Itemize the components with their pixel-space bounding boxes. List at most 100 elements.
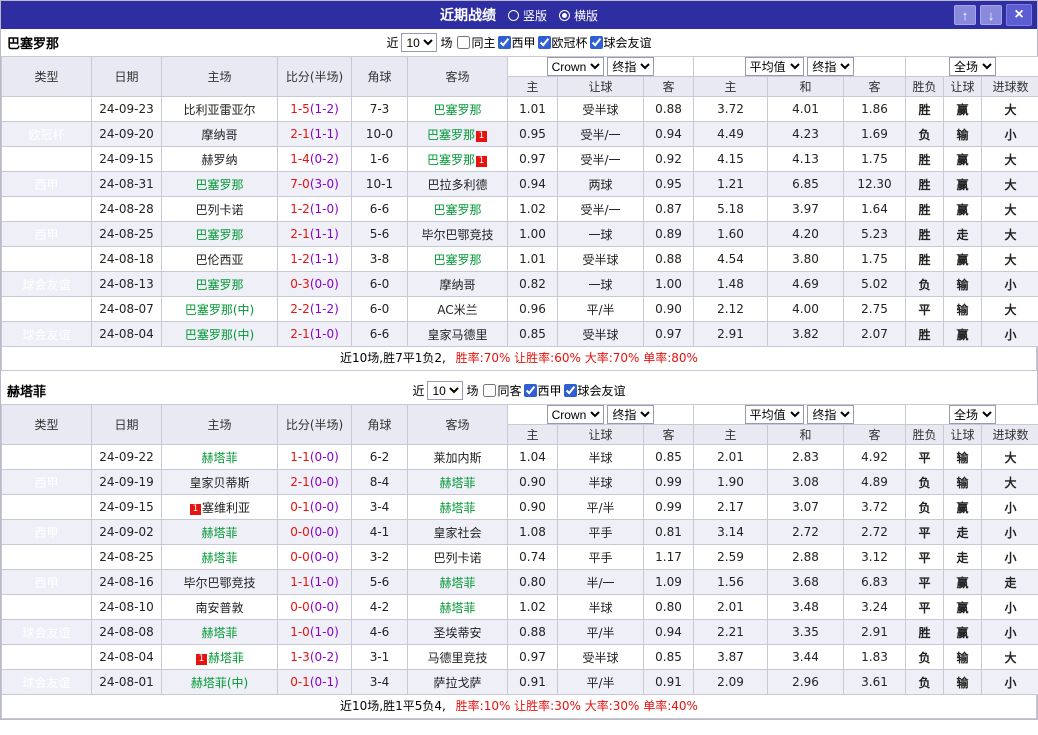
goals-result-cell: 大	[981, 444, 1038, 470]
handicap-cell: 平手	[557, 544, 644, 570]
scope-select[interactable]: 全场	[949, 405, 997, 424]
red-card-badge: 1	[476, 130, 487, 142]
filter-checkbox-球会友谊[interactable]: 球会友谊	[563, 382, 626, 399]
bookmaker-select[interactable]: Crown	[546, 405, 604, 424]
match-count-select[interactable]: 10	[427, 381, 464, 400]
close-button[interactable]: ×	[1006, 4, 1032, 26]
sub-header-avg-draw: 和	[767, 76, 844, 97]
away-team-cell: 巴塞罗那 1	[407, 121, 508, 147]
games-label: 场	[466, 384, 479, 398]
bookmaker-time-select[interactable]: 终指	[607, 57, 655, 76]
match-date: 24-08-31	[91, 171, 162, 197]
home-odds-cell: 0.91	[507, 669, 558, 695]
down-arrow-icon: ↓	[987, 7, 995, 23]
col-header-type: 类型	[1, 56, 92, 97]
competition-type-badge: 西甲	[1, 246, 92, 272]
filter-checkbox-同主[interactable]: 同主	[457, 34, 496, 51]
home-team-cell: 赫塔菲	[161, 544, 278, 570]
home-team-cell: 赫塔菲	[161, 519, 278, 545]
filter-checkbox-球会友谊[interactable]: 球会友谊	[589, 34, 652, 51]
filter-checkbox-西甲[interactable]: 西甲	[523, 382, 562, 399]
score-cell: 0-3(0-0)	[277, 271, 352, 297]
corner-cell: 3-2	[351, 544, 408, 570]
handicap-cell: 两球	[557, 171, 644, 197]
competition-type-badge: 西甲	[1, 569, 92, 595]
away-odds-cell: 0.85	[643, 644, 694, 670]
checkbox-label: 同主	[471, 35, 496, 50]
away-team-cell: 马德里竞技	[407, 644, 508, 670]
avg-away-cell: 3.12	[842, 544, 907, 570]
away-odds-cell: 0.80	[643, 594, 694, 620]
competition-type-badge: 球会友谊	[1, 271, 92, 297]
away-odds-cell: 0.91	[643, 669, 694, 695]
competition-type-badge: 西甲	[1, 494, 92, 520]
home-team-cell: 巴塞罗那(中)	[161, 296, 278, 322]
away-team-cell: 皇家马德里	[407, 321, 508, 347]
fulltime-score: 2-1	[290, 127, 310, 141]
scope-select[interactable]: 全场	[949, 57, 997, 76]
checkbox-input[interactable]	[497, 35, 511, 49]
average-time-select[interactable]: 终指	[807, 405, 855, 424]
sub-header-avg-home: 主	[693, 424, 768, 445]
layout-radio-vertical[interactable]: 竖版	[507, 7, 547, 24]
corner-cell: 6-2	[351, 444, 408, 470]
checkbox-input[interactable]	[589, 35, 603, 49]
away-team-cell: 毕尔巴鄂竞技	[407, 221, 508, 247]
match-row: 西甲 24-08-25 巴塞罗那 2-1(1-1) 5-6 毕尔巴鄂竞技 1.00 一球 0.8…	[1, 221, 1038, 247]
team-name-text: 赫塔菲	[201, 525, 238, 540]
score-cell: 0-0(0-0)	[277, 544, 352, 570]
halftime-score: (1-2)	[309, 302, 339, 316]
home-team-cell: 毕尔巴鄂竞技	[161, 569, 278, 595]
bookmaker-time-select[interactable]: 终指	[607, 405, 655, 424]
filter-checkbox-同客[interactable]: 同客	[483, 382, 522, 399]
halftime-score: (0-0)	[309, 475, 339, 489]
score-cell: 1-4(0-2)	[277, 146, 352, 172]
filter-checkbox-西甲[interactable]: 西甲	[497, 34, 536, 51]
checkbox-input[interactable]	[483, 383, 497, 397]
average-time-select[interactable]: 终指	[807, 57, 855, 76]
competition-type-badge: 西甲	[1, 196, 92, 222]
match-date: 24-09-23	[91, 96, 162, 122]
match-count-select[interactable]: 10	[401, 33, 438, 52]
checkbox-input[interactable]	[457, 35, 471, 49]
away-odds-cell: 0.85	[643, 444, 694, 470]
move-down-button[interactable]: ↓	[980, 5, 1002, 25]
results-table: 类型 日期 主场 比分(半场) 角球 客场 Crown 终指 平均值 终指 全场…	[1, 56, 1038, 347]
team-name-text: 赫塔菲	[439, 500, 476, 515]
score-cell: 2-2(1-2)	[277, 296, 352, 322]
handicap-cell: 平/半	[557, 669, 644, 695]
away-odds-cell: 0.81	[643, 519, 694, 545]
avg-away-cell: 2.72	[842, 519, 907, 545]
sub-header-avg-away: 客	[842, 76, 907, 97]
handicap-result-cell: 赢	[943, 619, 983, 645]
red-card-badge: 1	[476, 155, 487, 167]
team-name-text: 圣埃蒂安	[433, 625, 482, 640]
average-select[interactable]: 平均值	[744, 57, 804, 76]
handicap-cell: 一球	[557, 271, 644, 297]
fulltime-score: 1-0	[290, 625, 310, 639]
score-cell: 7-0(3-0)	[277, 171, 352, 197]
avg-draw-cell: 3.48	[767, 594, 844, 620]
score-cell: 2-1(1-1)	[277, 221, 352, 247]
checkbox-input[interactable]	[537, 35, 551, 49]
avg-home-cell: 3.14	[693, 519, 768, 545]
handicap-result-cell: 赢	[943, 594, 983, 620]
col-header-date: 日期	[91, 56, 162, 97]
away-team-cell: 赫塔菲	[407, 494, 508, 520]
sub-header-handicap-result: 让球	[943, 424, 983, 445]
layout-radio-horizontal[interactable]: 横版	[559, 7, 598, 24]
checkbox-input[interactable]	[563, 383, 577, 397]
fulltime-score: 0-0	[290, 600, 310, 614]
home-team-cell: 巴塞罗那	[161, 171, 278, 197]
away-team-cell: 巴列卡诺	[407, 544, 508, 570]
move-up-button[interactable]: ↑	[954, 5, 976, 25]
team-name-text: 皇家社会	[433, 525, 482, 540]
team-name-text: 巴伦西亚	[195, 252, 244, 267]
filter-checkbox-欧冠杯[interactable]: 欧冠杯	[537, 34, 588, 51]
average-select[interactable]: 平均值	[744, 405, 804, 424]
bookmaker-select[interactable]: Crown	[546, 57, 604, 76]
competition-type-badge: 西甲	[1, 544, 92, 570]
sub-header-away-odds: 客	[643, 424, 694, 445]
checkbox-input[interactable]	[523, 383, 537, 397]
away-team-cell: 巴拉多利德	[407, 171, 508, 197]
